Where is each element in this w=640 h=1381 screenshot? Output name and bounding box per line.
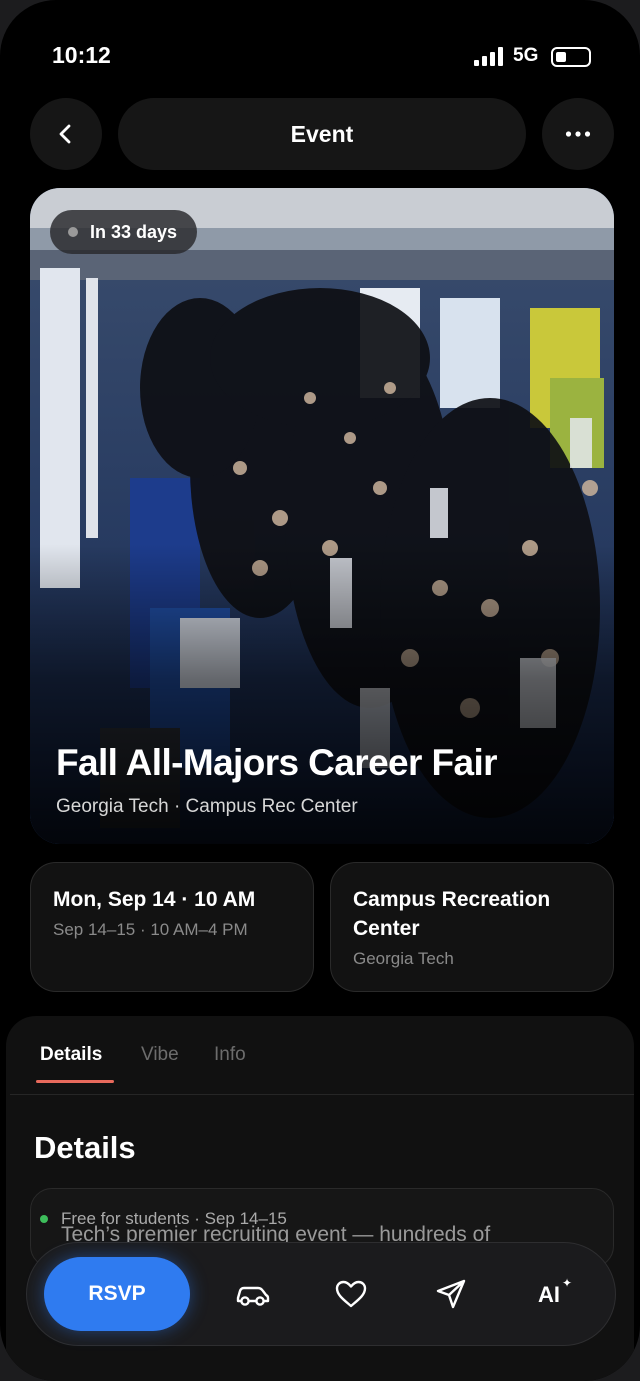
more-icon	[565, 131, 591, 137]
event-subtitle: Georgia Tech · Campus Rec Center	[56, 796, 358, 817]
ai-label: AI	[538, 1282, 560, 1307]
heart-icon	[335, 1280, 367, 1308]
tab-vibe[interactable]: Vibe	[141, 1044, 179, 1066]
favorite-button[interactable]	[329, 1272, 373, 1316]
countdown-text: In 33 days	[90, 221, 178, 242]
rsvp-button[interactable]: RSVP	[44, 1257, 190, 1331]
location-name-line-2: Center	[353, 917, 420, 940]
countdown-dot	[68, 227, 78, 237]
status-time: 10:12	[52, 42, 111, 68]
location-name: Campus Recreation Center	[353, 885, 591, 943]
tab-divider	[10, 1094, 634, 1095]
tab-info[interactable]: Info	[214, 1044, 246, 1066]
date-time-card[interactable]: Mon, Sep 14 · 10 AM Sep 14–15 · 10 AM–4 …	[30, 862, 314, 992]
price-status-dot	[40, 1215, 48, 1223]
rideshare-button[interactable]	[230, 1272, 274, 1316]
location-name-line-1: Campus Recreation	[353, 888, 551, 911]
details-heading: Details	[34, 1130, 136, 1165]
event-hero-card[interactable]: In 33 days Fall All-Majors Career Fair G…	[30, 188, 614, 844]
signal-icon	[474, 46, 506, 66]
share-button[interactable]	[429, 1272, 473, 1316]
phone-screen: 10:12 5G Event In 33 days Fall All-Major…	[0, 0, 640, 1381]
back-icon	[59, 124, 71, 144]
network-label: 5G	[513, 45, 539, 66]
page-title: Event	[118, 98, 526, 170]
car-icon	[236, 1286, 270, 1306]
active-tab-indicator	[36, 1080, 114, 1083]
countdown-badge: In 33 days	[50, 210, 198, 254]
date-time-main: Mon, Sep 14 · 10 AM	[53, 888, 256, 911]
location-campus: Georgia Tech	[353, 949, 454, 968]
date-time-range: Sep 14–15 · 10 AM–4 PM	[53, 920, 248, 939]
battery-icon	[551, 47, 591, 67]
tab-details[interactable]: Details	[40, 1044, 102, 1066]
more-button[interactable]	[542, 98, 614, 170]
location-card[interactable]: Campus Recreation Center Georgia Tech	[330, 862, 614, 992]
status-bar: 10:12 5G	[0, 0, 640, 100]
ai-assistant-button[interactable]: AI ✦	[530, 1272, 578, 1316]
sparkle-icon: ✦	[562, 1276, 573, 1290]
back-button[interactable]	[30, 98, 102, 170]
event-title: Fall All-Majors Career Fair	[56, 742, 498, 783]
send-icon	[436, 1279, 466, 1309]
